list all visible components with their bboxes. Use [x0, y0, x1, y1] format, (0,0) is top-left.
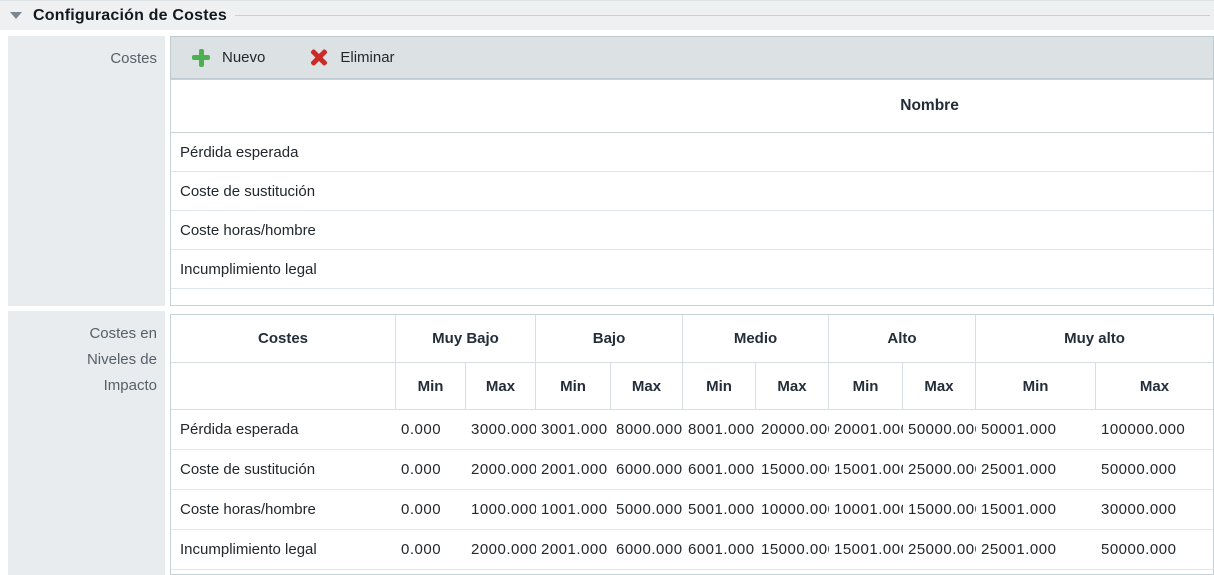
eliminar-button[interactable]: Eliminar — [304, 48, 400, 68]
grid-cell[interactable]: 25001.000 — [976, 530, 1096, 570]
grid-cell[interactable]: 15001.000 — [829, 450, 903, 490]
table-row[interactable]: Incumplimiento legal — [171, 250, 1213, 289]
cost-row-name[interactable]: Coste horas/hombre — [171, 490, 396, 530]
cost-name: Pérdida esperada — [180, 144, 298, 161]
grid-cell[interactable]: 0.000 — [396, 450, 466, 490]
subheader-empty — [171, 363, 396, 410]
grid-cell[interactable]: 50000.000 — [1096, 450, 1213, 490]
grid-cell[interactable]: 6001.000 — [683, 530, 756, 570]
grid-cell[interactable]: 3001.000 — [536, 410, 611, 450]
grid-cell[interactable]: 50000.000 — [1096, 530, 1213, 570]
max-header: Max — [466, 363, 536, 410]
grid-cell[interactable]: 5000.000 — [611, 490, 683, 530]
cost-row-name[interactable]: Incumplimiento legal — [171, 530, 396, 570]
costes-table: Nombre Pérdida esperada Coste de sustitu… — [170, 79, 1214, 306]
grid-cell[interactable]: 0.000 — [396, 410, 466, 450]
grid-cell[interactable]: 25000.000 — [903, 530, 976, 570]
grid-cell[interactable]: 25001.000 — [976, 450, 1096, 490]
cost-configuration-panel: Configuración de Costes Costes Nuevo Eli… — [0, 0, 1214, 575]
grid-cell[interactable]: 1000.000 — [466, 490, 536, 530]
level-header-alto: Alto — [829, 315, 976, 363]
cost-name: Coste de sustitución — [180, 183, 315, 200]
cost-name: Incumplimiento legal — [180, 261, 317, 278]
grid-cell[interactable]: 2001.000 — [536, 450, 611, 490]
min-header: Min — [976, 363, 1096, 410]
nombre-column-header: Nombre — [900, 97, 959, 115]
level-header-medio: Medio — [683, 315, 829, 363]
grid-cell[interactable]: 3000.000 — [466, 410, 536, 450]
costes-field-label: Costes — [8, 36, 165, 306]
collapse-arrow-icon[interactable] — [10, 12, 22, 19]
grid-cell[interactable]: 6001.000 — [683, 450, 756, 490]
level-header-muy-bajo: Muy Bajo — [396, 315, 536, 363]
cost-row-name[interactable]: Coste de sustitución — [171, 450, 396, 490]
grid-cell[interactable]: 20001.000 — [829, 410, 903, 450]
grid-cell[interactable]: 2000.000 — [466, 530, 536, 570]
eliminar-label: Eliminar — [340, 49, 394, 66]
grid-cell[interactable]: 50000.000 — [903, 410, 976, 450]
costes-toolbar: Nuevo Eliminar — [170, 36, 1214, 79]
nuevo-label: Nuevo — [222, 49, 265, 66]
max-header: Max — [1096, 363, 1213, 410]
grid-cell[interactable]: 30000.000 — [1096, 490, 1213, 530]
grid-cell[interactable]: 10001.000 — [829, 490, 903, 530]
grid-cell[interactable]: 5001.000 — [683, 490, 756, 530]
impact-levels-table: Costes Muy Bajo Bajo Medio Alto Muy alto… — [170, 314, 1214, 575]
grid-cell[interactable]: 8001.000 — [683, 410, 756, 450]
grid-cell[interactable]: 0.000 — [396, 530, 466, 570]
grid-cell[interactable]: 0.000 — [396, 490, 466, 530]
grid-cell[interactable]: 6000.000 — [611, 530, 683, 570]
niveles-field-label: Costes en Niveles de Impacto — [8, 311, 165, 575]
accordion-header[interactable]: Configuración de Costes — [0, 0, 1214, 30]
grid-cell[interactable]: 1001.000 — [536, 490, 611, 530]
max-header: Max — [611, 363, 683, 410]
min-header: Min — [829, 363, 903, 410]
table-row[interactable]: Pérdida esperada — [171, 133, 1213, 172]
grid-cell[interactable]: 8000.000 — [611, 410, 683, 450]
grid-cell[interactable]: 10000.000 — [756, 490, 829, 530]
costes-column-header: Costes — [171, 315, 396, 363]
section-title: Configuración de Costes — [33, 7, 227, 25]
grid-cell[interactable]: 25000.000 — [903, 450, 976, 490]
cost-row-name[interactable]: Pérdida esperada — [171, 410, 396, 450]
grid-cell[interactable]: 100000.000 — [1096, 410, 1213, 450]
grid-cell[interactable]: 15000.000 — [903, 490, 976, 530]
table-row-empty — [171, 289, 1213, 306]
plus-icon — [192, 49, 210, 67]
grid-cell[interactable]: 15001.000 — [976, 490, 1096, 530]
table-row[interactable]: Coste de sustitución — [171, 172, 1213, 211]
min-header: Min — [683, 363, 756, 410]
max-header: Max — [756, 363, 829, 410]
nuevo-button[interactable]: Nuevo — [186, 48, 271, 68]
cost-name: Coste horas/hombre — [180, 222, 316, 239]
grid-cell[interactable]: 6000.000 — [611, 450, 683, 490]
grid-cell[interactable]: 2000.000 — [466, 450, 536, 490]
grid-cell[interactable]: 15001.000 — [829, 530, 903, 570]
min-header: Min — [396, 363, 466, 410]
max-header: Max — [903, 363, 976, 410]
min-header: Min — [536, 363, 611, 410]
level-header-muy-alto: Muy alto — [976, 315, 1213, 363]
grid-cell[interactable]: 20000.000 — [756, 410, 829, 450]
table-row[interactable]: Coste horas/hombre — [171, 211, 1213, 250]
grid-cell[interactable]: 50001.000 — [976, 410, 1096, 450]
header-rule — [235, 15, 1210, 16]
delete-x-icon — [310, 49, 328, 67]
level-header-bajo: Bajo — [536, 315, 683, 363]
grid-cell[interactable]: 2001.000 — [536, 530, 611, 570]
costes-table-header-row: Nombre — [171, 80, 1213, 133]
grid-cell[interactable]: 15000.000 — [756, 450, 829, 490]
grid-cell[interactable]: 15000.000 — [756, 530, 829, 570]
